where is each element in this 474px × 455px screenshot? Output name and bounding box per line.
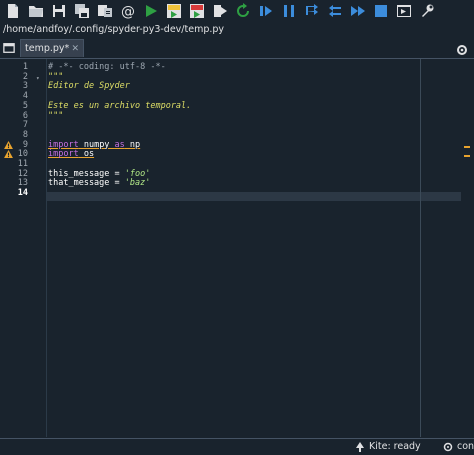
code-token: # -*- coding: utf-8 -*- <box>48 62 166 72</box>
code-token: """ <box>48 110 64 121</box>
line-number: 1 <box>22 62 28 72</box>
gutter-row: 3 <box>0 81 46 91</box>
line-number: 9 <box>22 139 28 150</box>
editor-tabbar: temp.py* ✕ <box>0 38 474 59</box>
line-number: 4 <box>22 91 28 102</box>
code-token: import <box>48 149 79 160</box>
step-into-icon[interactable] <box>302 1 322 21</box>
code-token: Editor de Spyder <box>48 81 130 92</box>
code-line: import os <box>48 149 94 159</box>
conda-status-label: con <box>457 441 474 452</box>
at-icon[interactable]: @ <box>118 1 138 21</box>
stop-icon[interactable] <box>371 1 391 21</box>
line-number: 6 <box>22 110 28 121</box>
code-token: numpy <box>78 139 115 150</box>
gutter-row: 9 <box>0 140 46 150</box>
line-number: 14 <box>17 188 28 199</box>
line-number: 3 <box>22 81 28 92</box>
code-line: # -*- coding: utf-8 -*- <box>48 62 166 72</box>
warning-scroll-marker <box>464 155 470 157</box>
gutter-row: 5 <box>0 101 46 111</box>
conda-icon <box>443 442 453 452</box>
code-line: this_message = 'foo' <box>48 169 150 179</box>
gutter-row: 13 <box>0 178 46 188</box>
code-line: """ <box>48 72 63 82</box>
kite-status[interactable]: Kite: ready <box>355 439 421 455</box>
rerun-icon[interactable] <box>233 1 253 21</box>
options-gear-icon[interactable] <box>456 41 468 55</box>
line-number: 10 <box>17 149 28 160</box>
warning-scroll-marker <box>464 146 470 148</box>
status-bar: Kite: ready con <box>0 438 474 455</box>
code-token: """ <box>48 71 64 82</box>
code-line: import numpy as np <box>48 140 140 150</box>
code-token: this_message = <box>48 168 125 179</box>
code-token: 'foo' <box>124 168 151 179</box>
line-number: 12 <box>17 168 28 179</box>
conda-status[interactable]: con <box>443 439 474 455</box>
code-token: import <box>48 139 79 150</box>
tab-temp-py[interactable]: temp.py* ✕ <box>20 39 84 57</box>
code-line: Este es un archivo temporal. <box>48 101 191 111</box>
code-token: Este es un archivo temporal. <box>48 100 192 111</box>
new-file-icon[interactable] <box>3 1 23 21</box>
edge-line <box>420 59 421 437</box>
line-number: 13 <box>17 178 28 189</box>
tab-label: temp.py* <box>25 43 70 54</box>
close-icon[interactable]: ✕ <box>71 40 79 58</box>
gutter-row: 10 <box>0 149 46 159</box>
code-editor[interactable]: 1 2 ▾ 3 4 5 6 7 8 9 10 11 12 13 14 # -*- coding: utf-8… <box>0 59 474 437</box>
run-cell-advance-icon[interactable] <box>187 1 207 21</box>
kite-status-label: Kite: ready <box>369 441 421 452</box>
step-icon[interactable] <box>279 1 299 21</box>
step-return-icon[interactable] <box>325 1 345 21</box>
save-icon[interactable] <box>49 1 69 21</box>
warning-icon[interactable] <box>4 140 13 149</box>
svg-text:@: @ <box>121 4 135 19</box>
gutter-row: 11 <box>0 159 46 169</box>
file-path-label: /home/andfoy/.config/spyder-py3-dev/temp… <box>3 24 225 35</box>
code-token: that_message = <box>48 178 125 189</box>
gutter-row: 6 <box>0 111 46 121</box>
code-token: 'baz' <box>124 178 151 189</box>
continue-icon[interactable] <box>348 1 368 21</box>
code-line: that_message = 'baz' <box>48 178 150 188</box>
kite-icon <box>356 442 364 452</box>
run-cell-icon[interactable] <box>164 1 184 21</box>
file-switcher-icon[interactable] <box>95 1 115 21</box>
gutter-row: 12 <box>0 169 46 179</box>
run-selection-icon[interactable] <box>210 1 230 21</box>
gutter-row: 1 <box>0 62 46 72</box>
maximize-pane-icon[interactable] <box>394 1 414 21</box>
line-number: 2 <box>22 71 28 82</box>
preferences-icon[interactable] <box>417 1 437 21</box>
gutter-row: 4 <box>0 91 46 101</box>
code-token: as <box>114 139 125 150</box>
gutter-row: 14 <box>0 188 46 198</box>
browse-tabs-icon[interactable] <box>2 41 16 55</box>
line-number: 11 <box>17 159 28 169</box>
gutter-row: 8 <box>0 130 46 140</box>
code-area[interactable]: # -*- coding: utf-8 -*- """ Editor de Spyd… <box>48 59 420 437</box>
main-toolbar: @ <box>0 0 474 22</box>
gutter-row: 2 ▾ <box>0 72 46 82</box>
code-token: os <box>78 149 95 160</box>
debug-icon[interactable] <box>256 1 276 21</box>
warning-icon[interactable] <box>4 150 13 159</box>
save-all-icon[interactable] <box>72 1 92 21</box>
code-token: np <box>124 139 141 150</box>
line-number-gutter: 1 2 ▾ 3 4 5 6 7 8 9 10 11 12 13 14 <box>0 59 47 437</box>
code-line: """ <box>48 111 63 121</box>
line-number: 8 <box>22 129 28 140</box>
run-icon[interactable] <box>141 1 161 21</box>
code-line: Editor de Spyder <box>48 81 130 91</box>
line-number: 7 <box>22 120 28 131</box>
line-number: 5 <box>22 100 28 111</box>
open-file-icon[interactable] <box>26 1 46 21</box>
gutter-row: 7 <box>0 120 46 130</box>
